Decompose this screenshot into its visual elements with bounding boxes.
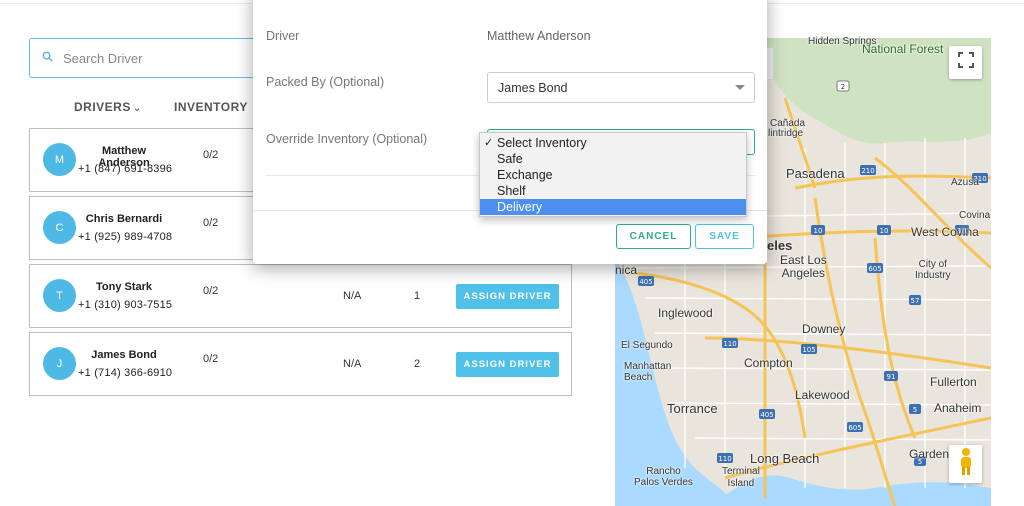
map-label: lintridge xyxy=(768,128,804,139)
map-label: Fullerton xyxy=(930,375,977,389)
driver-inventory-value: N/A xyxy=(343,358,362,370)
inventory-header-label: INVENTORY xyxy=(174,100,248,114)
map-label: East Los Angeles xyxy=(780,253,827,280)
chevron-down-icon: ⌄ xyxy=(132,103,142,114)
packed-by-select[interactable]: James Bond xyxy=(487,72,755,103)
map-label: Compton xyxy=(744,356,793,370)
driver-name: Tony Stark xyxy=(95,281,153,293)
override-inventory-label: Override Inventory (Optional) xyxy=(266,132,428,146)
map-label: eles xyxy=(767,238,793,253)
map-label: Terminal Island xyxy=(722,466,760,489)
street-view-button[interactable] xyxy=(949,445,982,483)
map-label: Garden xyxy=(909,447,950,461)
map-label: nica xyxy=(615,263,638,277)
option-label: Delivery xyxy=(497,200,543,214)
save-button[interactable]: SAVE xyxy=(695,224,754,249)
shield-label: 10 xyxy=(880,227,889,235)
avatar: M xyxy=(43,143,76,176)
shield-label: 57 xyxy=(911,297,920,305)
driver-card[interactable]: J James Bond +1 (714) 366-6910 0/2 N/A 2… xyxy=(29,332,572,396)
option-label: Shelf xyxy=(497,184,526,198)
map-label: Rancho Palos Verdes xyxy=(634,466,693,488)
driver-phone: +1 (310) 903-7515 xyxy=(78,299,173,311)
cancel-button[interactable]: CANCEL xyxy=(616,224,691,249)
map-label: Lakewood xyxy=(795,388,850,402)
driver-phone: +1 (847) 691-8396 xyxy=(78,163,173,175)
shield-label: 110 xyxy=(723,340,736,348)
inventory-dropdown-list[interactable]: ✓ Select Inventory Safe Exchange Shelf De… xyxy=(479,132,747,217)
packed-by-label: Packed By (Optional) xyxy=(266,75,385,89)
dropdown-option-highlighted[interactable]: Delivery xyxy=(480,199,746,215)
assign-driver-button[interactable]: ASSIGN DRIVER xyxy=(456,284,559,309)
packed-by-value: James Bond xyxy=(498,80,568,95)
shield-label: 405 xyxy=(639,278,652,286)
driver-name: Chris Bernardi xyxy=(85,213,163,225)
avatar: T xyxy=(43,279,76,312)
fullscreen-icon xyxy=(957,52,974,73)
driver-phone: +1 (714) 366-6910 xyxy=(78,367,173,379)
map-label: Pasadena xyxy=(786,166,845,181)
shield-label: 5 xyxy=(913,406,917,414)
shield-label: 2 xyxy=(841,83,845,91)
driver-order-count: 1 xyxy=(414,290,421,302)
map-label: Inglewood xyxy=(658,306,713,320)
inventory-column-header[interactable]: INVENTORY xyxy=(174,100,248,114)
option-label: Exchange xyxy=(497,168,553,182)
shield-label: 210 xyxy=(861,167,874,175)
driver-load-count: 0/2 xyxy=(203,353,219,365)
shield-label: 405 xyxy=(760,411,773,419)
map-label: El Segundo xyxy=(621,340,673,351)
shield-label: 605 xyxy=(868,265,881,273)
checkmark-icon: ✓ xyxy=(484,137,494,149)
driver-card[interactable]: T Tony Stark +1 (310) 903-7515 0/2 N/A 1… xyxy=(29,264,572,328)
driver-name: James Bond xyxy=(91,349,157,361)
driver-load-count: 0/2 xyxy=(203,149,219,161)
driver-order-count: 2 xyxy=(414,358,421,370)
drivers-header-label: DRIVERS xyxy=(74,100,131,114)
avatar: J xyxy=(43,347,76,380)
shield-label: 91 xyxy=(887,373,896,381)
dropdown-option[interactable]: ✓ Select Inventory xyxy=(480,135,746,151)
map-label: Manhattan Beach xyxy=(624,361,672,383)
map-label: City of Industry xyxy=(915,259,951,281)
avatar: C xyxy=(43,211,76,244)
driver-load-count: 0/2 xyxy=(203,217,219,229)
assign-driver-button[interactable]: ASSIGN DRIVER xyxy=(456,352,559,377)
driver-load-count: 0/2 xyxy=(203,285,219,297)
driver-inventory-value: N/A xyxy=(343,290,362,302)
map-label: National Forest xyxy=(862,42,944,56)
option-label: Select Inventory xyxy=(497,136,587,150)
map-label: Anaheim xyxy=(934,401,982,415)
shield-label: 605 xyxy=(848,424,861,432)
shield-label: 10 xyxy=(814,227,823,235)
map-label: Covina xyxy=(959,210,991,221)
search-icon xyxy=(42,49,53,67)
map-label: Azusa xyxy=(951,177,979,188)
map-label: Torrance xyxy=(667,401,718,416)
driver-field-value: Matthew Anderson xyxy=(487,29,591,43)
map-label: Downey xyxy=(802,322,846,336)
map-label: Long Beach xyxy=(750,451,820,466)
shield-label: 105 xyxy=(802,346,815,354)
map-label: West Covina xyxy=(911,225,979,239)
drivers-column-header[interactable]: DRIVERS ⌄ xyxy=(74,100,142,114)
driver-field-label: Driver xyxy=(266,29,300,43)
dropdown-option[interactable]: Safe xyxy=(480,151,746,167)
dropdown-option[interactable]: Exchange xyxy=(480,167,746,183)
caret-down-icon xyxy=(735,85,745,90)
fullscreen-button[interactable] xyxy=(949,46,982,79)
option-label: Safe xyxy=(497,152,523,166)
driver-phone: +1 (925) 989-4708 xyxy=(78,231,173,243)
dropdown-option[interactable]: Shelf xyxy=(480,183,746,199)
street-view-pegman-icon xyxy=(958,447,974,482)
shield-label: 110 xyxy=(718,455,731,463)
